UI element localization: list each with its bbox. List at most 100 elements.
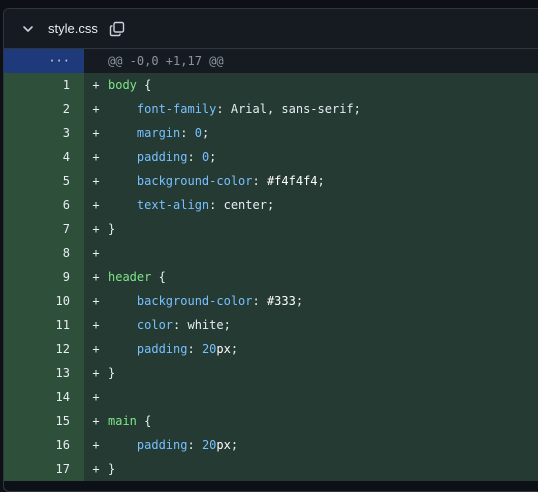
css-value: 20 xyxy=(201,438,217,452)
css-property: padding xyxy=(136,342,188,356)
file-name[interactable]: style.css xyxy=(48,21,98,36)
diff-line: 11 + color: white; xyxy=(4,313,538,337)
css-property: color xyxy=(136,318,174,332)
line-number[interactable]: 5 xyxy=(4,169,84,193)
css-text: } xyxy=(108,366,116,380)
hunk-header-row: ··· @@ -0,0 +1,17 @@ xyxy=(4,49,538,73)
css-property: padding xyxy=(136,438,188,452)
css-text: { xyxy=(136,414,152,428)
line-number[interactable]: 10 xyxy=(4,289,84,313)
code-text: main { xyxy=(108,409,151,433)
line-number[interactable]: 16 xyxy=(4,433,84,457)
css-terminator: ; xyxy=(295,294,304,308)
line-number[interactable]: 2 xyxy=(4,97,84,121)
chevron-down-icon[interactable] xyxy=(20,21,36,37)
diff-line: 14 + xyxy=(4,385,538,409)
diff-line: 9 + header { xyxy=(4,265,538,289)
line-number[interactable]: 1 xyxy=(4,73,84,97)
code-text: body { xyxy=(108,73,151,97)
code-text: padding: 0; xyxy=(108,145,217,169)
code-text: text-align: center; xyxy=(108,193,274,217)
line-number[interactable]: 6 xyxy=(4,193,84,217)
line-number[interactable]: 7 xyxy=(4,217,84,241)
diff-line: 16 + padding: 20px; xyxy=(4,433,538,457)
css-text: : xyxy=(187,438,202,452)
css-value: #333 xyxy=(266,294,296,308)
code-text: padding: 20px; xyxy=(108,433,238,457)
addition-marker: + xyxy=(92,102,100,116)
diff-file-panel: style.css ··· @@ -0,0 +1,17 @@ 1 + body {2… xyxy=(3,8,538,492)
diff-line: 2 + font-family: Arial, sans-serif; xyxy=(4,97,538,121)
addition-marker: + xyxy=(92,246,100,260)
line-number[interactable]: 15 xyxy=(4,409,84,433)
diff-line: 13 +} xyxy=(4,361,538,385)
css-text: : xyxy=(252,174,267,188)
css-text: : center; xyxy=(209,198,275,212)
css-value: #f4f4f4 xyxy=(266,174,318,188)
css-text: } xyxy=(108,462,116,476)
addition-marker: + xyxy=(92,318,100,332)
code-text: font-family: Arial, sans-serif; xyxy=(108,97,361,121)
line-number[interactable]: 13 xyxy=(4,361,84,385)
line-number[interactable]: 3 xyxy=(4,121,84,145)
css-unit: px xyxy=(216,342,231,356)
diff-line: 12 + padding: 20px; xyxy=(4,337,538,361)
code-text: margin: 0; xyxy=(108,121,209,145)
diff-table: ··· @@ -0,0 +1,17 @@ 1 + body { 2 + font-fam… xyxy=(4,49,538,481)
hunk-header: @@ -0,0 +1,17 @@ xyxy=(108,54,224,68)
diff-line: 17 +} xyxy=(4,457,538,481)
line-number[interactable]: 12 xyxy=(4,337,84,361)
code-text: } xyxy=(108,217,115,241)
diff-lines: 1 + body { 2 + font-family: Arial, sans-seri… xyxy=(4,73,538,481)
code-text: } xyxy=(108,457,115,481)
css-text: : white; xyxy=(173,318,231,332)
addition-marker: + xyxy=(92,294,100,308)
css-terminator: ; xyxy=(230,438,239,452)
css-terminator: ; xyxy=(209,150,217,164)
addition-marker: + xyxy=(92,438,100,452)
line-number[interactable]: 4 xyxy=(4,145,84,169)
copy-icon[interactable] xyxy=(108,20,126,38)
addition-marker: + xyxy=(92,342,100,356)
line-number[interactable]: 11 xyxy=(4,313,84,337)
css-value: 20 xyxy=(201,342,217,356)
file-header: style.css xyxy=(4,9,538,49)
expand-hunk-button[interactable]: ··· xyxy=(4,49,84,73)
line-number[interactable]: 8 xyxy=(4,241,84,265)
line-number[interactable]: 14 xyxy=(4,385,84,409)
css-value: 0 xyxy=(194,126,202,140)
css-property: text-align xyxy=(136,198,210,212)
css-text: : xyxy=(187,342,202,356)
css-text: : xyxy=(187,150,202,164)
addition-marker: + xyxy=(92,270,100,284)
diff-line: 8 + xyxy=(4,241,538,265)
css-text: { xyxy=(136,78,152,92)
css-property: font-family xyxy=(136,102,217,116)
code-text: background-color: #f4f4f4; xyxy=(108,169,325,193)
line-number[interactable]: 17 xyxy=(4,457,84,481)
addition-marker: + xyxy=(92,174,100,188)
diff-line: 15 + main { xyxy=(4,409,538,433)
diff-line: 3 + margin: 0; xyxy=(4,121,538,145)
code-text: background-color: #333; xyxy=(108,289,303,313)
diff-line: 5 + background-color: #f4f4f4; xyxy=(4,169,538,193)
addition-marker: + xyxy=(92,390,100,404)
css-property: margin xyxy=(136,126,181,140)
css-text: : xyxy=(252,294,267,308)
addition-marker: + xyxy=(92,78,100,92)
addition-marker: + xyxy=(92,150,100,164)
code-text: header { xyxy=(108,265,166,289)
line-number[interactable]: 9 xyxy=(4,265,84,289)
css-property: padding xyxy=(136,150,188,164)
css-property: background-color xyxy=(136,174,253,188)
diff-line: 1 + body { xyxy=(4,73,538,97)
